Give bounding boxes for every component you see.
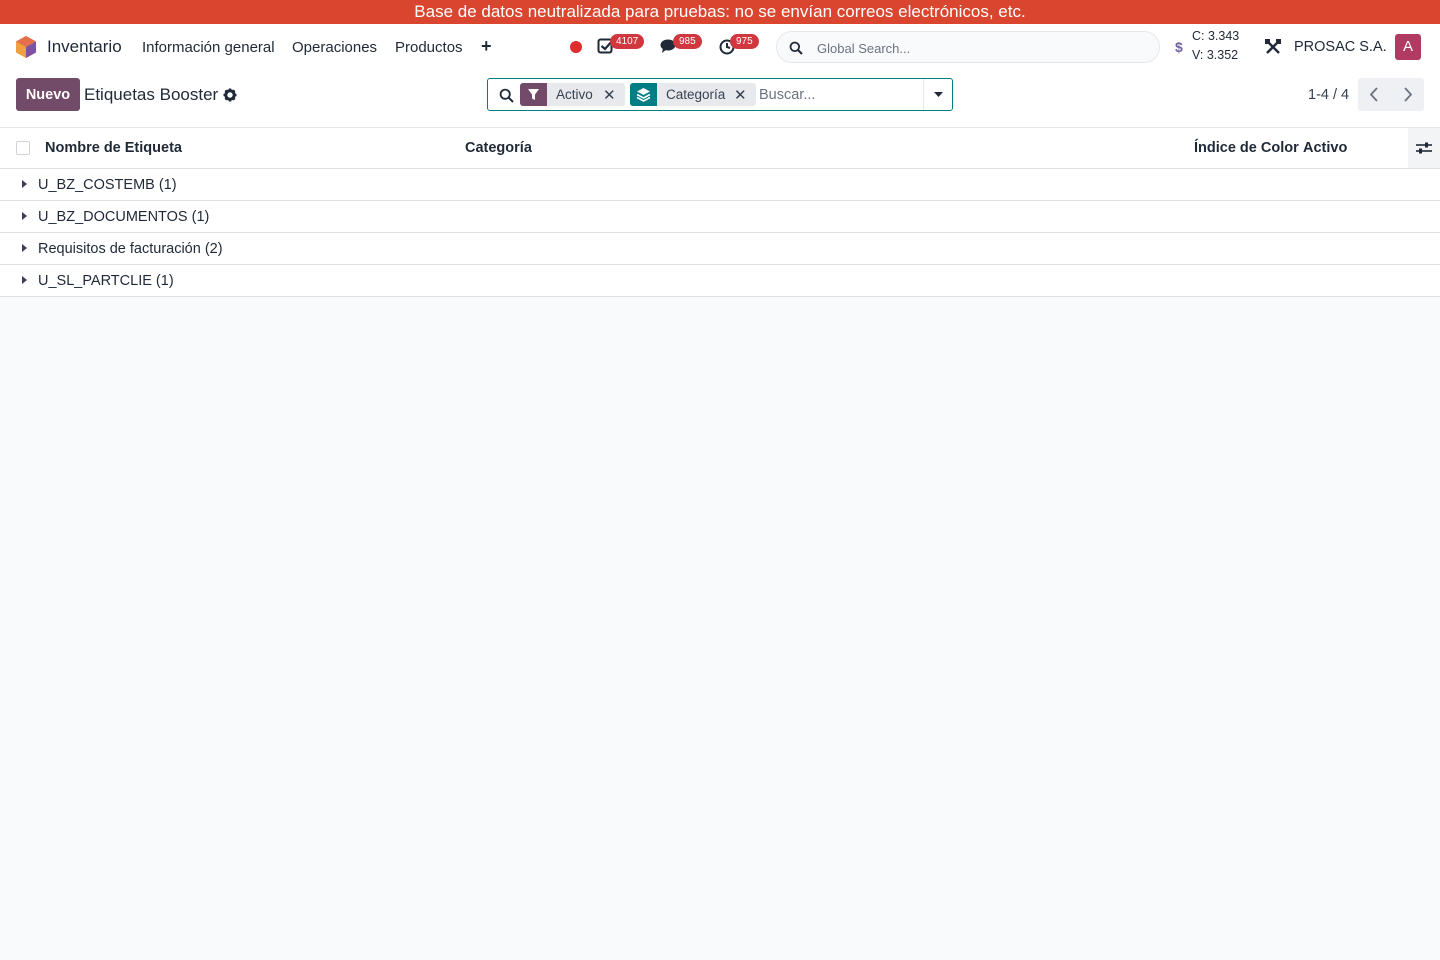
chevron-right-icon (1404, 87, 1413, 102)
sliders-icon (1416, 142, 1432, 154)
top-navbar: Inventario Información general Operacion… (0, 24, 1440, 70)
neutralized-db-banner: Base de datos neutralizada para pruebas:… (0, 0, 1440, 24)
remove-facet-icon[interactable]: ✕ (603, 86, 616, 104)
group-label: U_SL_PARTCLIE (1) (38, 273, 174, 289)
group-row[interactable]: U_BZ_COSTEMB (1) (0, 169, 1440, 201)
filter-facet-activo: Activo ✕ (520, 83, 625, 106)
new-button[interactable]: Nuevo (16, 78, 80, 111)
column-header-name[interactable]: Nombre de Etiqueta (45, 140, 182, 156)
caret-right-icon (22, 212, 27, 220)
global-search-input[interactable] (817, 38, 1137, 58)
pager-previous-button[interactable] (1358, 78, 1391, 111)
menu-informacion-general[interactable]: Información general (142, 39, 275, 56)
list-header: Nombre de Etiqueta Categoría Índice de C… (0, 128, 1440, 169)
search-icon (789, 41, 803, 55)
page-title: Etiquetas Booster (84, 85, 219, 104)
search-bar[interactable]: Activo ✕ Categoría ✕ (487, 78, 953, 111)
caret-right-icon (22, 244, 27, 252)
recording-indicator-icon[interactable] (570, 41, 582, 53)
facet-label: Categoría (666, 87, 726, 102)
search-input[interactable] (759, 85, 919, 105)
control-panel: Nuevo Etiquetas Booster Activo ✕ Categor… (0, 70, 1440, 128)
messages-badge: 985 (673, 34, 702, 49)
activities-badge: 4107 (610, 34, 645, 49)
group-row[interactable]: U_SL_PARTCLIE (1) (0, 265, 1440, 297)
group-row[interactable]: U_BZ_DOCUMENTOS (1) (0, 201, 1440, 233)
group-label: U_BZ_COSTEMB (1) (38, 177, 177, 193)
filter-icon (520, 83, 547, 106)
pager-next-button[interactable] (1391, 78, 1424, 111)
global-search-box[interactable] (776, 31, 1160, 63)
debug-tools-icon[interactable] (1264, 38, 1282, 56)
search-icon[interactable] (499, 88, 514, 103)
user-avatar[interactable]: A (1395, 34, 1421, 60)
plus-icon[interactable]: + (481, 37, 492, 55)
group-row[interactable]: Requisitos de facturación (2) (0, 233, 1440, 265)
column-header-category[interactable]: Categoría (465, 140, 532, 156)
optional-columns-toggle[interactable] (1408, 128, 1440, 168)
timesheet-badge: 975 (730, 34, 759, 49)
chevron-left-icon (1369, 87, 1378, 102)
menu-operaciones[interactable]: Operaciones (292, 39, 377, 56)
inventory-app-icon[interactable] (16, 36, 36, 58)
caret-right-icon (22, 180, 27, 188)
dollar-icon: $ (1175, 39, 1183, 55)
column-header-color-index[interactable]: Índice de Color (1194, 140, 1299, 156)
exchange-rate-sell: V: 3.352 (1192, 48, 1239, 62)
menu-productos[interactable]: Productos (395, 39, 463, 56)
caret-right-icon (22, 276, 27, 284)
caret-down-icon (934, 92, 943, 97)
app-name[interactable]: Inventario (47, 37, 122, 57)
gear-icon[interactable] (223, 88, 237, 102)
group-label: Requisitos de facturación (2) (38, 241, 223, 257)
facet-label: Activo (556, 87, 593, 102)
group-by-icon (630, 83, 657, 106)
search-options-toggle[interactable] (923, 79, 953, 110)
pager-value[interactable]: 1-4 / 4 (1308, 87, 1349, 103)
groupby-facet-categoria: Categoría ✕ (630, 83, 756, 106)
group-label: U_BZ_DOCUMENTOS (1) (38, 209, 210, 225)
column-header-active[interactable]: Activo (1303, 140, 1347, 156)
remove-facet-icon[interactable]: ✕ (734, 86, 747, 104)
select-all-checkbox[interactable] (16, 141, 30, 155)
company-switcher[interactable]: PROSAC S.A. (1294, 39, 1387, 55)
exchange-rate-buy: C: 3.343 (1192, 29, 1240, 43)
